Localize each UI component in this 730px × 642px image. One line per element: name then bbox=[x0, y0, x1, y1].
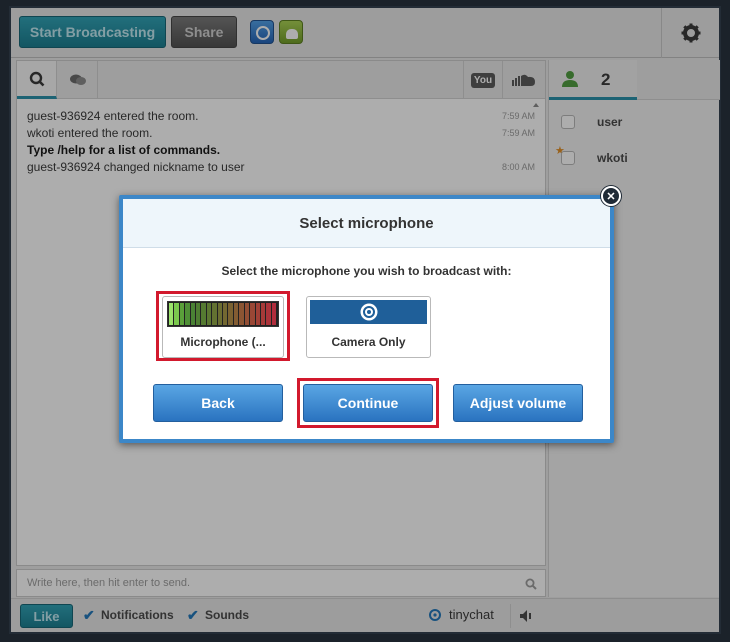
meter-segment bbox=[228, 303, 233, 325]
select-microphone-dialog: Select microphone Select the microphone … bbox=[119, 195, 614, 443]
continue-button[interactable]: Continue bbox=[303, 384, 433, 422]
camera-banner bbox=[310, 300, 427, 324]
volume-meter bbox=[167, 301, 279, 327]
meter-segment bbox=[206, 303, 212, 325]
meter-segment bbox=[179, 303, 185, 325]
adjust-volume-button[interactable]: Adjust volume bbox=[453, 384, 583, 422]
close-icon: ✕ bbox=[606, 190, 616, 203]
meter-segment bbox=[217, 303, 223, 325]
meter-segment bbox=[250, 303, 255, 325]
camera-only-option[interactable]: Camera Only bbox=[306, 296, 431, 358]
dialog-instruction: Select the microphone you wish to broadc… bbox=[221, 264, 512, 278]
close-dialog-button[interactable]: ✕ bbox=[601, 186, 621, 206]
meter-segment bbox=[260, 303, 266, 325]
microphone-option-label: Microphone (... bbox=[180, 335, 266, 349]
meter-segment bbox=[196, 303, 201, 325]
dialog-title: Select microphone bbox=[123, 199, 610, 248]
meter-segment bbox=[201, 303, 206, 325]
microphone-option[interactable]: Microphone (... bbox=[162, 296, 284, 358]
back-button[interactable]: Back bbox=[153, 384, 283, 422]
meter-segment bbox=[239, 303, 244, 325]
app-window: Start Broadcasting Share You guest-93692… bbox=[0, 0, 730, 642]
meter-segment bbox=[266, 303, 271, 325]
meter-segment bbox=[185, 303, 190, 325]
meter-segment bbox=[212, 303, 217, 325]
meter-segment bbox=[244, 303, 250, 325]
meter-segment bbox=[223, 303, 228, 325]
meter-segment bbox=[190, 303, 196, 325]
meter-segment bbox=[255, 303, 260, 325]
meter-segment bbox=[233, 303, 239, 325]
meter-segment bbox=[174, 303, 179, 325]
meter-segment bbox=[169, 303, 174, 325]
camera-only-label: Camera Only bbox=[331, 335, 406, 349]
webcam-icon bbox=[360, 303, 377, 321]
meter-segment bbox=[271, 303, 277, 325]
